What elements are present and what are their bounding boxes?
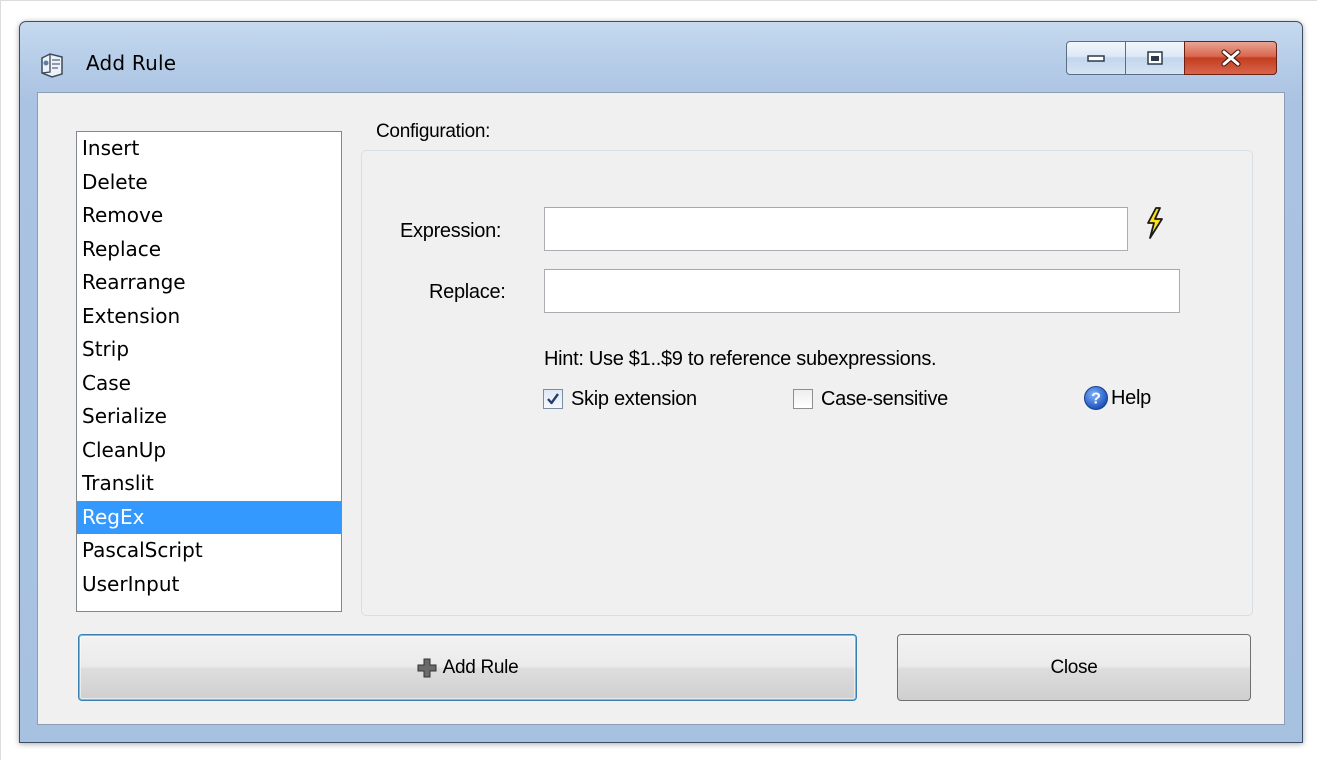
list-item-pascalscript[interactable]: PascalScript (77, 534, 341, 568)
rule-type-list[interactable]: Insert Delete Remove Replace Rearrange E… (76, 131, 342, 612)
replace-label: Replace: (429, 281, 506, 303)
expression-label: Expression: (400, 220, 502, 242)
dialog-client-area: Insert Delete Remove Replace Rearrange E… (37, 92, 1285, 725)
window-title: Add Rule (86, 51, 177, 75)
configuration-legend: Configuration: (374, 121, 493, 143)
help-link[interactable]: ? Help (1083, 385, 1151, 411)
app-icon (41, 53, 63, 78)
close-button[interactable]: Close (897, 634, 1251, 701)
list-item-case[interactable]: Case (77, 367, 341, 401)
plus-icon (417, 658, 437, 677)
lightning-icon[interactable] (1141, 206, 1167, 240)
list-item-remove[interactable]: Remove (77, 199, 341, 233)
svg-text:?: ? (1091, 391, 1101, 408)
list-item-translit[interactable]: Translit (77, 467, 341, 501)
add-rule-button[interactable]: Add Rule (78, 634, 857, 701)
list-item-cleanup[interactable]: CleanUp (77, 434, 341, 468)
close-label: Close (1050, 656, 1098, 678)
skip-extension-label[interactable]: Skip extension (571, 388, 697, 411)
case-sensitive-checkbox[interactable] (793, 389, 813, 409)
help-icon: ? (1084, 386, 1108, 410)
screen-edge (0, 0, 1, 760)
add-rule-label: Add Rule (442, 656, 519, 678)
skip-extension-checkbox[interactable] (543, 389, 563, 409)
title-bar[interactable]: Add Rule (20, 22, 1302, 92)
maximize-icon (1147, 51, 1163, 65)
expression-input[interactable] (544, 207, 1128, 251)
list-item-serialize[interactable]: Serialize (77, 400, 341, 434)
screen-edge (0, 0, 1317, 1)
minimize-button[interactable] (1066, 41, 1126, 75)
close-window-button[interactable] (1184, 41, 1277, 75)
help-label: Help (1111, 386, 1151, 409)
list-item-extension[interactable]: Extension (77, 300, 341, 334)
list-item-strip[interactable]: Strip (77, 333, 341, 367)
minimize-icon (1087, 55, 1105, 62)
list-item-userinput[interactable]: UserInput (77, 568, 341, 602)
list-item-replace[interactable]: Replace (77, 233, 341, 267)
checkmark-icon (547, 393, 559, 405)
close-icon (1221, 49, 1240, 67)
list-item-regex[interactable]: RegEx (77, 500, 341, 534)
replace-input[interactable] (544, 269, 1180, 313)
hint-text: Hint: Use $1..$9 to reference subexpress… (544, 348, 937, 370)
list-item-insert[interactable]: Insert (77, 132, 341, 166)
maximize-button[interactable] (1125, 41, 1185, 75)
list-item-delete[interactable]: Delete (77, 166, 341, 200)
case-sensitive-label[interactable]: Case-sensitive (821, 388, 948, 411)
add-rule-window: Add Rule Insert Delete Remove Replace Re (19, 21, 1303, 743)
list-item-rearrange[interactable]: Rearrange (77, 266, 341, 300)
